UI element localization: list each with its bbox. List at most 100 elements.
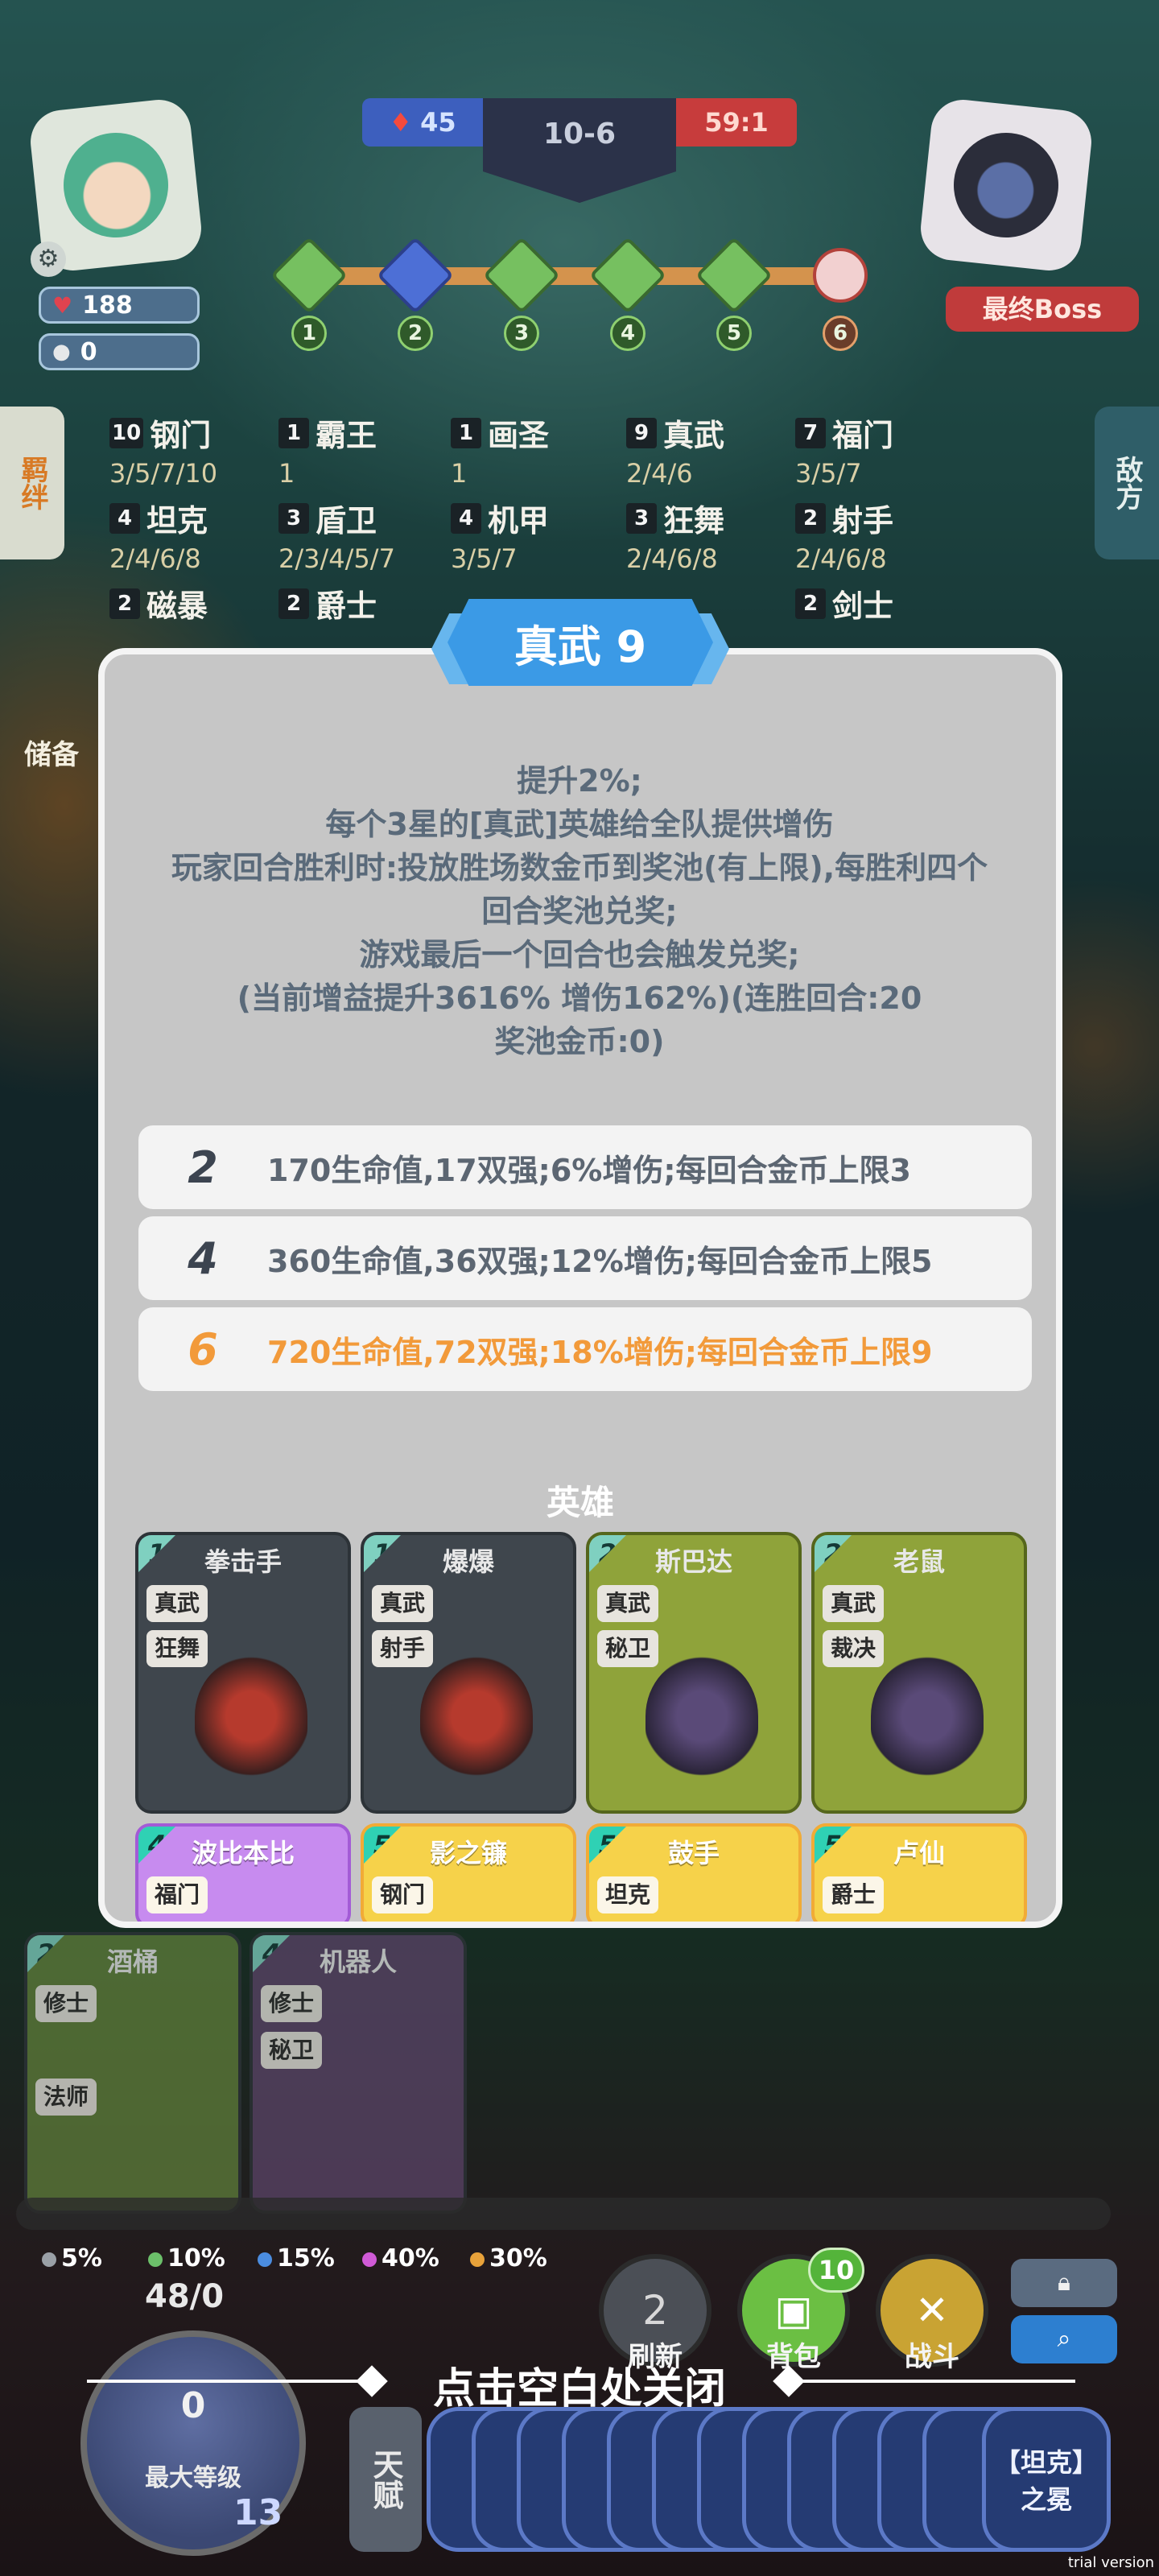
hero-portrait	[420, 1656, 533, 1777]
round-number: 2	[398, 316, 433, 351]
talent-card[interactable]: 【坦克】之冕	[982, 2407, 1111, 2552]
hero-tag: 狂舞	[146, 1630, 208, 1667]
desc-line: 每个3星的[真武]英雄给全队提供增伤	[325, 807, 834, 842]
synergy-item[interactable]: 2 爵士	[278, 581, 448, 625]
hero-card[interactable]: 2 老鼠 真武 裁决	[811, 1532, 1027, 1814]
hero-tag: 秘卫	[597, 1630, 659, 1667]
desc-line: 奖池金币:0)	[494, 1024, 665, 1059]
synergy-tiers: 2/3/4/5/7	[278, 543, 395, 574]
bag-icon: ▣	[774, 2287, 813, 2334]
synergy-name: 真武	[663, 418, 725, 453]
hero-card[interactable]: 5 影之镰 钢门	[361, 1823, 576, 1922]
refresh-cost: 2	[642, 2287, 668, 2334]
hp-value: 188	[82, 291, 133, 320]
close-hint[interactable]: 点击空白处关闭	[354, 2355, 805, 2415]
synergy-tiers: 1	[278, 458, 295, 489]
hero-name: 老鼠	[893, 1546, 945, 1577]
synergy-item[interactable]: 4 机甲 3/5/7	[451, 496, 620, 574]
hero-tag: 爵士	[823, 1876, 885, 1913]
synergy-item[interactable]: 9 真武 2/4/6	[626, 411, 795, 489]
hero-tag: 秘卫	[261, 2032, 323, 2069]
hero-card[interactable]: 2 斯巴达 真武 秘卫	[586, 1532, 802, 1814]
synergy-name: 钢门	[150, 418, 212, 453]
synergy-item[interactable]: 10 钢门 3/5/7/10	[109, 411, 278, 489]
desc-line: (当前增益提升3616% 增伤162%)(连胜回合:20	[237, 980, 922, 1016]
hero-tag: 法师	[35, 2079, 97, 2116]
enemy-tab[interactable]: 敌方	[1095, 407, 1159, 559]
synergy-item[interactable]: 3 狂舞 2/4/6/8	[626, 496, 795, 574]
synergy-name: 画圣	[488, 418, 550, 453]
hero-card[interactable]: 4 波比本比 福门	[135, 1823, 351, 1922]
synergy-tiers: 3/5/7	[795, 458, 862, 489]
round-number: 6	[823, 316, 858, 351]
synergy-count: 1	[451, 417, 481, 448]
tier-row-active: 6 720生命值,72双强;18%增伤;每回合金币上限9	[138, 1307, 1032, 1391]
tier-text: 360生命值,36双强;12%增伤;每回合金币上限5	[267, 1243, 933, 1279]
odds-dot	[148, 2252, 163, 2267]
hero-tag: 裁决	[823, 1630, 885, 1667]
synergy-item[interactable]: 2 磁暴	[109, 581, 278, 625]
synergy-name: 剑士	[832, 588, 894, 624]
synergy-item[interactable]: 3 盾卫 2/3/4/5/7	[278, 496, 448, 574]
odds-dot	[362, 2252, 377, 2267]
hero-portrait	[871, 1656, 984, 1777]
hero-card[interactable]: 5 鼓手 坦克	[586, 1823, 802, 1922]
synergy-count: 9	[626, 417, 657, 448]
tier-text: 720生命值,72双强;18%增伤;每回合金币上限9	[267, 1334, 933, 1370]
tier-odds: 10%	[148, 2244, 225, 2273]
synergy-count: 4	[109, 502, 140, 534]
level-badge: 13	[233, 2492, 283, 2533]
talent-tab[interactable]: 天赋	[349, 2407, 422, 2552]
hero-tag: 真武	[823, 1585, 885, 1622]
boss-avatar[interactable]	[918, 97, 1095, 274]
search-button[interactable]: ⌕	[1011, 2315, 1117, 2363]
hero-card[interactable]: 1 爆爆 真武 射手	[361, 1532, 576, 1814]
hero-tag: 真武	[372, 1585, 434, 1622]
bench-hero-card[interactable]: 4 机器人 修士 秘卫	[250, 1932, 467, 2214]
swords-icon: ✕	[915, 2287, 949, 2334]
desc-line: 游戏最后一个回合也会触发兑奖;	[359, 937, 800, 972]
synergy-item[interactable]: 4 坦克 2/4/6/8	[109, 496, 278, 574]
synergy-description: 提升2%; 每个3星的[真武]英雄给全队提供增伤 玩家回合胜利时:投放胜场数金币…	[121, 759, 1038, 1063]
hero-card[interactable]: 5 卢仙 爵士	[811, 1823, 1027, 1922]
talent-strip: 装 【 销 装 饰 【 【 适 【 财 【 【 【坦克】之冕	[427, 2407, 1119, 2552]
tier-odds: 5%	[42, 2244, 102, 2273]
bench-scrollbar[interactable]	[16, 2198, 1111, 2230]
hero-card[interactable]: 1 拳击手 真武 狂舞	[135, 1532, 351, 1814]
synergy-name: 坦克	[146, 503, 208, 539]
hero-tag: 真武	[146, 1585, 208, 1622]
store-tab[interactable]: 储备	[24, 733, 79, 772]
odds-value: 15%	[277, 2244, 335, 2273]
fight-label: 战斗	[905, 2341, 959, 2373]
hint-divider-right	[786, 2380, 1075, 2383]
lock-button[interactable]: 🔒︎	[1011, 2259, 1117, 2307]
hero-tag: 福门	[146, 1876, 208, 1913]
player-score-value: 45	[420, 107, 456, 138]
odds-dot	[470, 2252, 485, 2267]
synergy-item[interactable]: 7 福门 3/5/7	[795, 411, 964, 489]
search-icon: ⌕	[1057, 2325, 1071, 2353]
odds-value: 30%	[489, 2244, 547, 2273]
synergy-name: 福门	[832, 418, 894, 453]
synergy-name: 狂舞	[663, 503, 725, 539]
enemy-score: 59:1	[676, 98, 797, 147]
gear-icon[interactable]: ⚙	[31, 242, 66, 277]
synergy-item[interactable]: 1 霸王 1	[278, 411, 448, 489]
hero-name: 爆爆	[442, 1546, 494, 1577]
hp-pill: ♥ 188	[39, 287, 200, 324]
player-face	[58, 127, 174, 243]
synergy-count: 4	[451, 502, 481, 534]
odds-value: 10%	[167, 2244, 225, 2273]
boss-face	[948, 127, 1064, 243]
synergy-item[interactable]: 1 画圣 1	[451, 411, 620, 489]
tier-number: 4	[188, 1232, 218, 1284]
level-label: 最大等级	[145, 2464, 241, 2492]
bench-hero-card[interactable]: 2 酒桶 修士 法师	[24, 1932, 241, 2214]
synergy-tab[interactable]: 羁绊	[0, 407, 64, 559]
hero-name: 机器人	[319, 1946, 397, 1977]
synergy-count: 2	[109, 588, 140, 619]
synergy-detail-popup: 提升2%; 每个3星的[真武]英雄给全队提供增伤 玩家回合胜利时:投放胜场数金币…	[98, 648, 1062, 1928]
synergy-item[interactable]: 2 剑士	[795, 581, 964, 625]
synergy-item[interactable]: 2 射手 2/4/6/8	[795, 496, 964, 574]
tier-number: 2	[188, 1141, 218, 1193]
